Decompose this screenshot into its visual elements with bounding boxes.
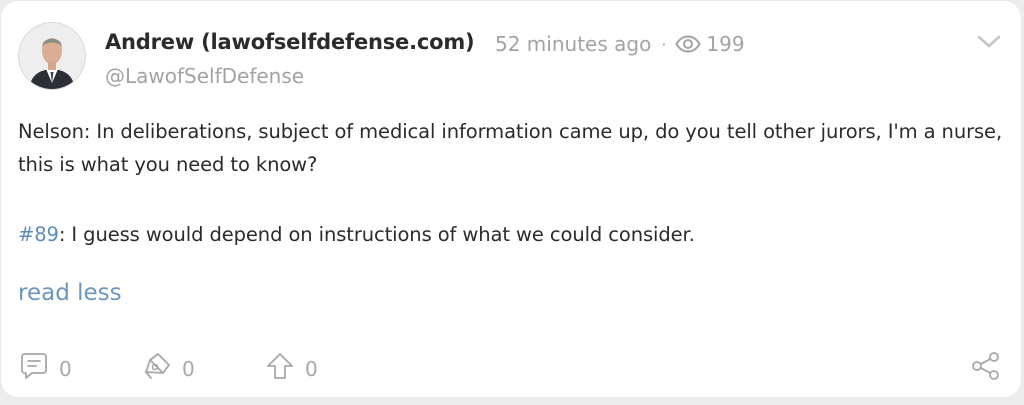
share-icon[interactable] [970, 350, 1002, 382]
avatar[interactable] [18, 22, 86, 90]
timestamp: 52 minutes ago [495, 32, 652, 56]
upvote-arrow-icon [264, 350, 296, 387]
post-paragraph-2-text: : I guess would depend on instructions o… [58, 223, 695, 246]
post-paragraph-2: #89: I guess would depend on instruction… [18, 218, 1008, 251]
comment-icon [18, 350, 50, 387]
upvote-count: 0 [305, 356, 318, 381]
post-meta: 52 minutes ago · 199 [495, 32, 745, 56]
repost-icon [141, 350, 173, 387]
meta-separator: · [661, 34, 667, 54]
author-name[interactable]: Andrew (lawofselfdefense.com) [105, 30, 475, 54]
eye-icon [675, 35, 702, 53]
hashtag-link[interactable]: #89 [18, 223, 59, 246]
comment-count: 0 [59, 356, 72, 381]
author-handle[interactable]: @LawofSelfDefense [105, 64, 304, 88]
chevron-down-icon[interactable] [976, 33, 1002, 51]
repost-count: 0 [182, 356, 195, 381]
view-count: 199 [706, 32, 745, 56]
comment-button[interactable]: 0 [18, 350, 72, 387]
read-less-link[interactable]: read less [18, 280, 122, 306]
avatar-image [19, 23, 85, 89]
post-card: Andrew (lawofselfdefense.com) 52 minutes… [0, 0, 1022, 398]
repost-button[interactable]: 0 [141, 350, 195, 387]
upvote-button[interactable]: 0 [264, 350, 318, 387]
post-paragraph: Nelson: In deliberations, subject of med… [18, 120, 1003, 176]
post-body: Nelson: In deliberations, subject of med… [18, 115, 1008, 251]
